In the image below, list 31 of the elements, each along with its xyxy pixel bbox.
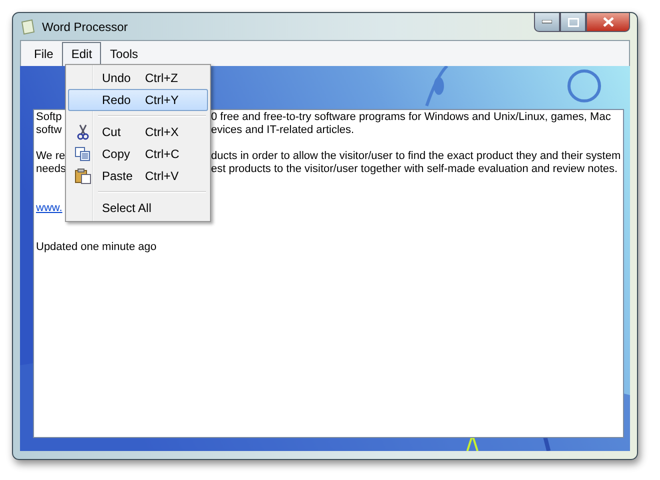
menu-item[interactable]: Cut Ctrl+X xyxy=(68,121,208,143)
text-line: needs xyxy=(36,163,66,175)
copy-icon xyxy=(75,147,91,161)
text-line: evices and IT-related articles. xyxy=(211,124,354,137)
text-line: Updated one minute ago xyxy=(36,241,156,253)
text-line: Softp xyxy=(36,111,62,123)
menu-item[interactable]: Paste Ctrl+V xyxy=(68,165,208,187)
minimize-button[interactable] xyxy=(534,13,560,32)
close-button[interactable] xyxy=(586,13,630,32)
menu-item[interactable]: Select All xyxy=(68,197,208,219)
text-line: 0 free and free-to-try software programs for Windows and Unix/Linux, games, Mac xyxy=(211,111,611,124)
text-line: ducts in order to allow the visitor/user to find the exact product they and their system xyxy=(211,150,621,163)
close-icon xyxy=(602,17,614,27)
scissors-icon xyxy=(77,124,89,140)
link[interactable]: www. xyxy=(36,202,62,214)
maximize-button[interactable] xyxy=(560,13,586,32)
window-title: Word Processor xyxy=(42,20,128,34)
menu[interactable]: File xyxy=(25,42,62,66)
menu[interactable]: Tools xyxy=(101,42,148,66)
text-line: We re xyxy=(36,150,66,162)
minimize-icon xyxy=(542,20,552,24)
text-area[interactable] xyxy=(33,109,624,438)
maximize-icon xyxy=(568,18,578,26)
menu-item[interactable]: Redo Ctrl+Y xyxy=(68,89,208,111)
menu[interactable]: Edit xyxy=(62,42,102,66)
menu-item[interactable]: Undo Ctrl+Z xyxy=(68,67,208,89)
document-icon xyxy=(20,18,36,34)
text-line: softw xyxy=(36,124,62,136)
menu-item[interactable]: Copy Ctrl+C xyxy=(68,143,208,165)
paste-icon xyxy=(75,168,91,184)
text-line: est products to the visitor/user together with self-made evaluation and review notes. xyxy=(211,163,618,176)
